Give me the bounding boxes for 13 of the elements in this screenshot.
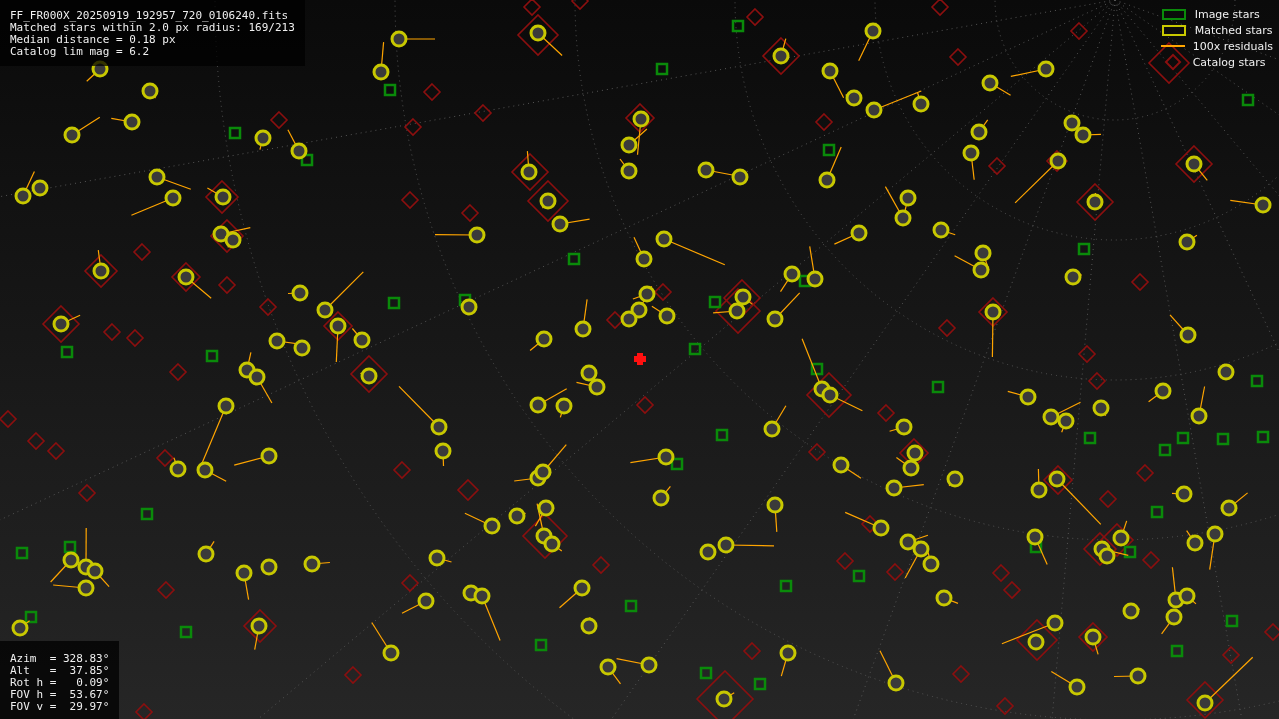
pointing-text: Azim = 328.83° (10, 653, 110, 665)
legend-label: Catalog stars (1192, 55, 1266, 69)
legend-label: Image stars (1194, 7, 1260, 21)
info-text: Catalog lim mag = 6.2 (10, 46, 151, 58)
info-text: FF_FR000X_20250919_192957_720_0106240.fits (10, 10, 290, 22)
pointing-text: Rot h = 0.09° (10, 677, 110, 689)
pointing-text: Alt = 37.85° (10, 665, 110, 677)
legend-label: 100x residuals (1192, 39, 1273, 53)
pointing-text: FOV h = 53.67° (10, 689, 110, 701)
pointing-text: FOV v = 29.97° (10, 701, 110, 713)
info-text: Median distance = 0.18 px (10, 34, 177, 46)
legend-label: Matched stars (1194, 23, 1273, 37)
info-text: Matched stars within 2.0 px radius: 169/213 (10, 22, 295, 34)
